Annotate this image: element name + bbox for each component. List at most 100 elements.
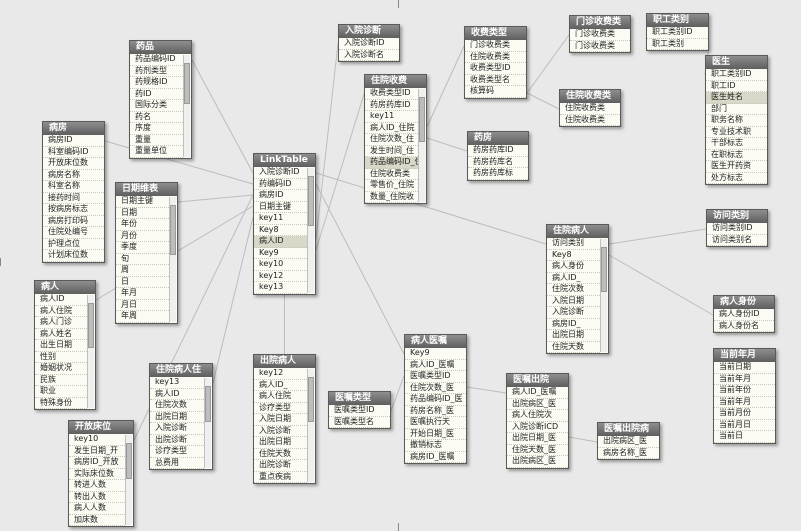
table-title[interactable]: 住院病人	[547, 225, 608, 238]
table-field[interactable]: 药名	[130, 112, 183, 123]
table-field[interactable]: 年份	[116, 219, 169, 231]
table-field[interactable]: 病房ID_	[547, 319, 600, 330]
table-field[interactable]: 药ID	[130, 89, 183, 100]
table-field[interactable]: 出院病区_医	[598, 436, 659, 448]
table-field[interactable]: 药剂类型	[130, 66, 183, 77]
table-field[interactable]: 实际床位数	[69, 469, 125, 480]
table-field[interactable]: 医生姓名	[706, 92, 767, 104]
table-field[interactable]: 总费用	[150, 458, 204, 469]
table-field[interactable]: Key9	[254, 248, 307, 259]
table-field[interactable]: 出院日期	[150, 412, 204, 423]
table-field[interactable]: 科室编码ID	[43, 147, 104, 158]
table-field[interactable]: 转出人数	[69, 492, 125, 503]
table-field[interactable]: 医嘱执行天	[405, 417, 466, 429]
table-field[interactable]: 性别	[35, 352, 87, 363]
table-field[interactable]: 职务名称	[706, 115, 767, 127]
table-order-discharge-ward[interactable]: 医嘱出院病 出院病区_医 病房名称_医	[597, 422, 660, 460]
table-field[interactable]: 民族	[35, 375, 87, 386]
table-scrollbar[interactable]	[307, 168, 314, 293]
table-field[interactable]: 医生开药资	[706, 161, 767, 173]
table-title[interactable]: 日期维表	[116, 183, 177, 196]
table-field[interactable]: 病房打印码	[43, 216, 104, 227]
table-field[interactable]: 年月	[116, 288, 169, 300]
table-field[interactable]: 重点疾病	[254, 472, 307, 483]
table-field[interactable]: 重量	[130, 135, 183, 146]
table-field[interactable]: 旬	[116, 254, 169, 265]
scrollbar-thumb[interactable]	[205, 386, 211, 422]
table-field[interactable]: 入院诊断名	[339, 50, 399, 61]
table-field[interactable]: 门诊收费类	[570, 41, 630, 52]
scrollbar-thumb[interactable]	[308, 176, 314, 226]
table-field[interactable]: 病人门诊	[35, 317, 87, 329]
table-title[interactable]: 药品	[130, 41, 191, 54]
table-field[interactable]: 住院天数_医	[507, 445, 568, 456]
table-field[interactable]: 病人身份	[547, 261, 600, 273]
table-field[interactable]: 出院诊断	[254, 460, 307, 472]
table-field[interactable]: 婚姻状况	[35, 363, 87, 375]
table-field[interactable]: 入院日期	[254, 414, 307, 426]
table-scrollbar[interactable]	[204, 378, 211, 468]
table-field[interactable]: 药规格ID	[130, 77, 183, 89]
table-field[interactable]: 药房药库ID	[468, 145, 528, 157]
table-field[interactable]: 药房名称_医	[405, 406, 466, 417]
table-field[interactable]: key10	[69, 434, 125, 446]
table-field[interactable]: 住院收费类	[365, 169, 418, 180]
table-title[interactable]: 收费类型	[465, 27, 526, 40]
table-field[interactable]: 当前月日	[714, 420, 775, 431]
table-title[interactable]: 门诊收费类	[570, 16, 630, 29]
table-field[interactable]: 日期主键	[254, 202, 307, 213]
table-title[interactable]: 医嘱类型	[329, 392, 390, 405]
table-field[interactable]: 门诊收费类	[570, 29, 630, 41]
table-field[interactable]: 收费类型ID	[465, 63, 526, 75]
table-admission-diagnosis[interactable]: 入院诊断 入院诊断ID 入院诊断名	[338, 24, 400, 62]
table-discharged-patient[interactable]: 出院病人 key12 病人ID_ 病人住院 诊疗类型 入院日期 入院诊断 出院日期 住院天数 出院…	[253, 354, 316, 484]
table-title[interactable]: 病人医嘱	[405, 335, 466, 348]
table-date-dimension[interactable]: 日期维表 日期主键 日期 年份 月份 季度旬周日年月 月日 年周	[115, 182, 178, 324]
table-field[interactable]: 病人身份ID	[714, 309, 774, 321]
table-field[interactable]: 病人ID_	[254, 380, 307, 391]
table-field[interactable]: 医嘱类型名	[329, 417, 390, 428]
scrollbar-thumb[interactable]	[184, 63, 190, 104]
table-field[interactable]: 住院收费类	[560, 115, 620, 126]
table-field[interactable]: 诊疗类型	[150, 446, 204, 458]
table-field[interactable]: 病人姓名	[35, 329, 87, 340]
table-field[interactable]: 药房药库名	[468, 157, 528, 168]
table-field[interactable]: 药房药库ID	[365, 100, 418, 111]
table-field[interactable]: 当前年月	[714, 374, 775, 385]
table-field[interactable]: 住院天数	[254, 449, 307, 460]
table-scrollbar[interactable]	[418, 89, 425, 202]
table-title[interactable]: 住院病人住	[150, 364, 212, 377]
table-field[interactable]: Key8	[254, 225, 307, 236]
table-field[interactable]: 病人住院	[254, 391, 307, 403]
table-field[interactable]: 当前月份	[714, 408, 775, 420]
table-inpatient-charge-type[interactable]: 住院收费类 住院收费类 住院收费类	[559, 89, 621, 127]
table-field[interactable]: 当前年月	[714, 397, 775, 408]
table-scrollbar[interactable]	[169, 197, 176, 322]
table-field[interactable]: 护理点位	[43, 239, 104, 250]
table-field[interactable]: 职工类别ID	[647, 27, 708, 39]
table-field[interactable]: key10	[254, 259, 307, 271]
table-ward[interactable]: 病房 病房ID 科室编码ID 开放床位数 病房名称 科室名称 接药时间 按病房标志 病房打印码住…	[42, 121, 105, 263]
table-field[interactable]: key11	[365, 111, 418, 123]
table-field[interactable]: 职工类别ID	[706, 69, 767, 81]
table-title[interactable]: 药房	[468, 132, 528, 145]
table-title[interactable]: 当前年月	[714, 349, 775, 362]
table-field[interactable]: 住院天数	[547, 342, 600, 353]
table-field[interactable]: 月日	[116, 300, 169, 311]
table-order-type[interactable]: 医嘱类型 医嘱类型ID 医嘱类型名	[328, 391, 391, 429]
table-title[interactable]: 访问类别	[707, 210, 767, 223]
table-field[interactable]: 序度	[130, 123, 183, 135]
table-field[interactable]: 入院诊断	[547, 307, 600, 319]
table-field[interactable]: 当前日期	[714, 362, 775, 374]
table-field[interactable]: key12	[254, 271, 307, 282]
table-field[interactable]: 职业	[35, 386, 87, 398]
table-title[interactable]: 病人身份	[714, 296, 774, 309]
table-field[interactable]: key11	[254, 213, 307, 225]
scrollbar-thumb[interactable]	[419, 97, 425, 143]
table-field[interactable]: 出院病区_医	[507, 399, 568, 410]
table-title[interactable]: 开放床位	[69, 421, 133, 434]
table-field[interactable]: 零售价_住院	[365, 180, 418, 192]
table-field[interactable]: 在职标志	[706, 150, 767, 161]
table-field[interactable]: 住院处编号	[43, 227, 104, 239]
table-field[interactable]: 年周	[116, 311, 169, 323]
